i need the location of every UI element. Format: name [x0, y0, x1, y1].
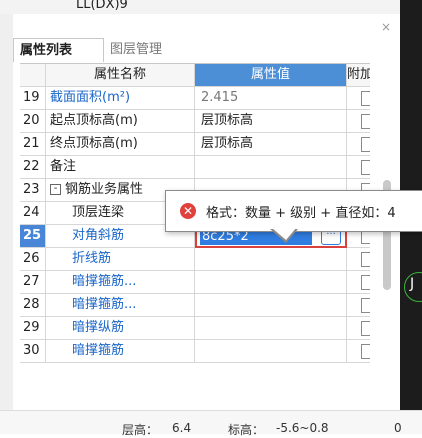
property-name: 终点顶标高(m) — [46, 133, 195, 155]
property-value[interactable]: 层顶标高 — [195, 110, 347, 132]
component-list-strip: LL(DX)9 — [0, 0, 400, 14]
row-number: 29 — [20, 317, 46, 339]
row-number: 28 — [20, 294, 46, 316]
property-value[interactable] — [195, 248, 347, 270]
header-property-name: 属性名称 — [46, 64, 195, 86]
property-name: 暗撑箍筋... — [46, 271, 195, 293]
add-checkbox[interactable] — [361, 114, 370, 129]
row-number: 24 — [20, 202, 46, 224]
header-num — [20, 64, 46, 86]
add-cell — [347, 340, 370, 362]
collapse-icon[interactable]: - — [50, 184, 61, 195]
header-property-value: 属性值 — [195, 64, 347, 86]
table-header: 属性名称 属性值 附加 — [20, 64, 370, 87]
add-checkbox[interactable] — [361, 91, 370, 106]
format-tooltip: ✕ 格式：数量 + 级别 + 直径如：4 — [165, 190, 422, 232]
add-cell — [347, 110, 370, 132]
property-name: 备注 — [46, 156, 195, 178]
component-list-item[interactable]: LL(DX)9 — [76, 0, 128, 12]
table-row[interactable]: 29 暗撑纵筋 — [20, 317, 370, 340]
add-cell — [347, 271, 370, 293]
property-value[interactable] — [195, 317, 347, 339]
table-row[interactable]: 19 截面面积(m²) 2.415 — [20, 87, 370, 110]
header-add: 附加 — [347, 64, 370, 86]
table-row[interactable]: 20 起点顶标高(m) 层顶标高 — [20, 110, 370, 133]
property-value[interactable]: 2.415 — [195, 87, 347, 109]
tab-property-list[interactable]: 属性列表 — [13, 38, 104, 62]
row-number: 27 — [20, 271, 46, 293]
add-cell — [347, 248, 370, 270]
table-row[interactable]: 26 折线筋 — [20, 248, 370, 271]
elevation-label: 标高： — [228, 423, 265, 437]
add-checkbox[interactable] — [361, 321, 370, 336]
row-number: 30 — [20, 340, 46, 362]
add-cell — [347, 133, 370, 155]
add-checkbox[interactable] — [361, 160, 370, 175]
row-number: 22 — [20, 156, 46, 178]
tab-layer-management[interactable]: 图层管理 — [104, 38, 188, 62]
row-number: 19 — [20, 87, 46, 109]
add-checkbox[interactable] — [361, 137, 370, 152]
table-row[interactable]: 27 暗撑箍筋... — [20, 271, 370, 294]
row-number: 23 — [20, 179, 46, 201]
property-name: 起点顶标高(m) — [46, 110, 195, 132]
add-checkbox[interactable] — [361, 298, 370, 313]
add-cell — [347, 294, 370, 316]
table-row[interactable]: 28 暗撑箍筋... — [20, 294, 370, 317]
panel-left-edge — [0, 0, 13, 410]
property-value[interactable] — [195, 340, 347, 362]
property-name: 暗撑箍筋... — [46, 294, 195, 316]
add-checkbox[interactable] — [361, 344, 370, 359]
group-label: 钢筋业务属性 — [65, 182, 144, 197]
axis-marker-label: J — [410, 276, 415, 292]
row-number: 26 — [20, 248, 46, 270]
tooltip-message: 格式：数量 + 级别 + 直径如：4 — [206, 206, 396, 221]
close-icon[interactable]: × — [381, 20, 391, 34]
property-value[interactable] — [195, 294, 347, 316]
table-row[interactable]: 21 终点顶标高(m) 层顶标高 — [20, 133, 370, 156]
floor-height-label: 层高： — [122, 423, 159, 437]
add-cell — [347, 156, 370, 178]
property-name: 截面面积(m²) — [46, 87, 195, 109]
property-value[interactable] — [195, 271, 347, 293]
status-bar: 层高： 6.4 标高： -5.6~0.8 0 — [0, 410, 422, 437]
property-name: 暗撑箍筋 — [46, 340, 195, 362]
property-name: 暗撑纵筋 — [46, 317, 195, 339]
add-checkbox[interactable] — [361, 275, 370, 290]
table-row[interactable]: 30 暗撑箍筋 — [20, 340, 370, 363]
property-value[interactable]: 层顶标高 — [195, 133, 347, 155]
table-row[interactable]: 22 备注 — [20, 156, 370, 179]
add-cell — [347, 87, 370, 109]
add-cell — [347, 317, 370, 339]
property-name: 折线筋 — [46, 248, 195, 270]
row-number: 20 — [20, 110, 46, 132]
row-number: 25 — [20, 225, 46, 247]
add-checkbox[interactable] — [361, 252, 370, 267]
property-value[interactable] — [195, 156, 347, 178]
tooltip-pointer-fill — [272, 228, 296, 240]
error-icon: ✕ — [180, 203, 196, 219]
row-number: 21 — [20, 133, 46, 155]
